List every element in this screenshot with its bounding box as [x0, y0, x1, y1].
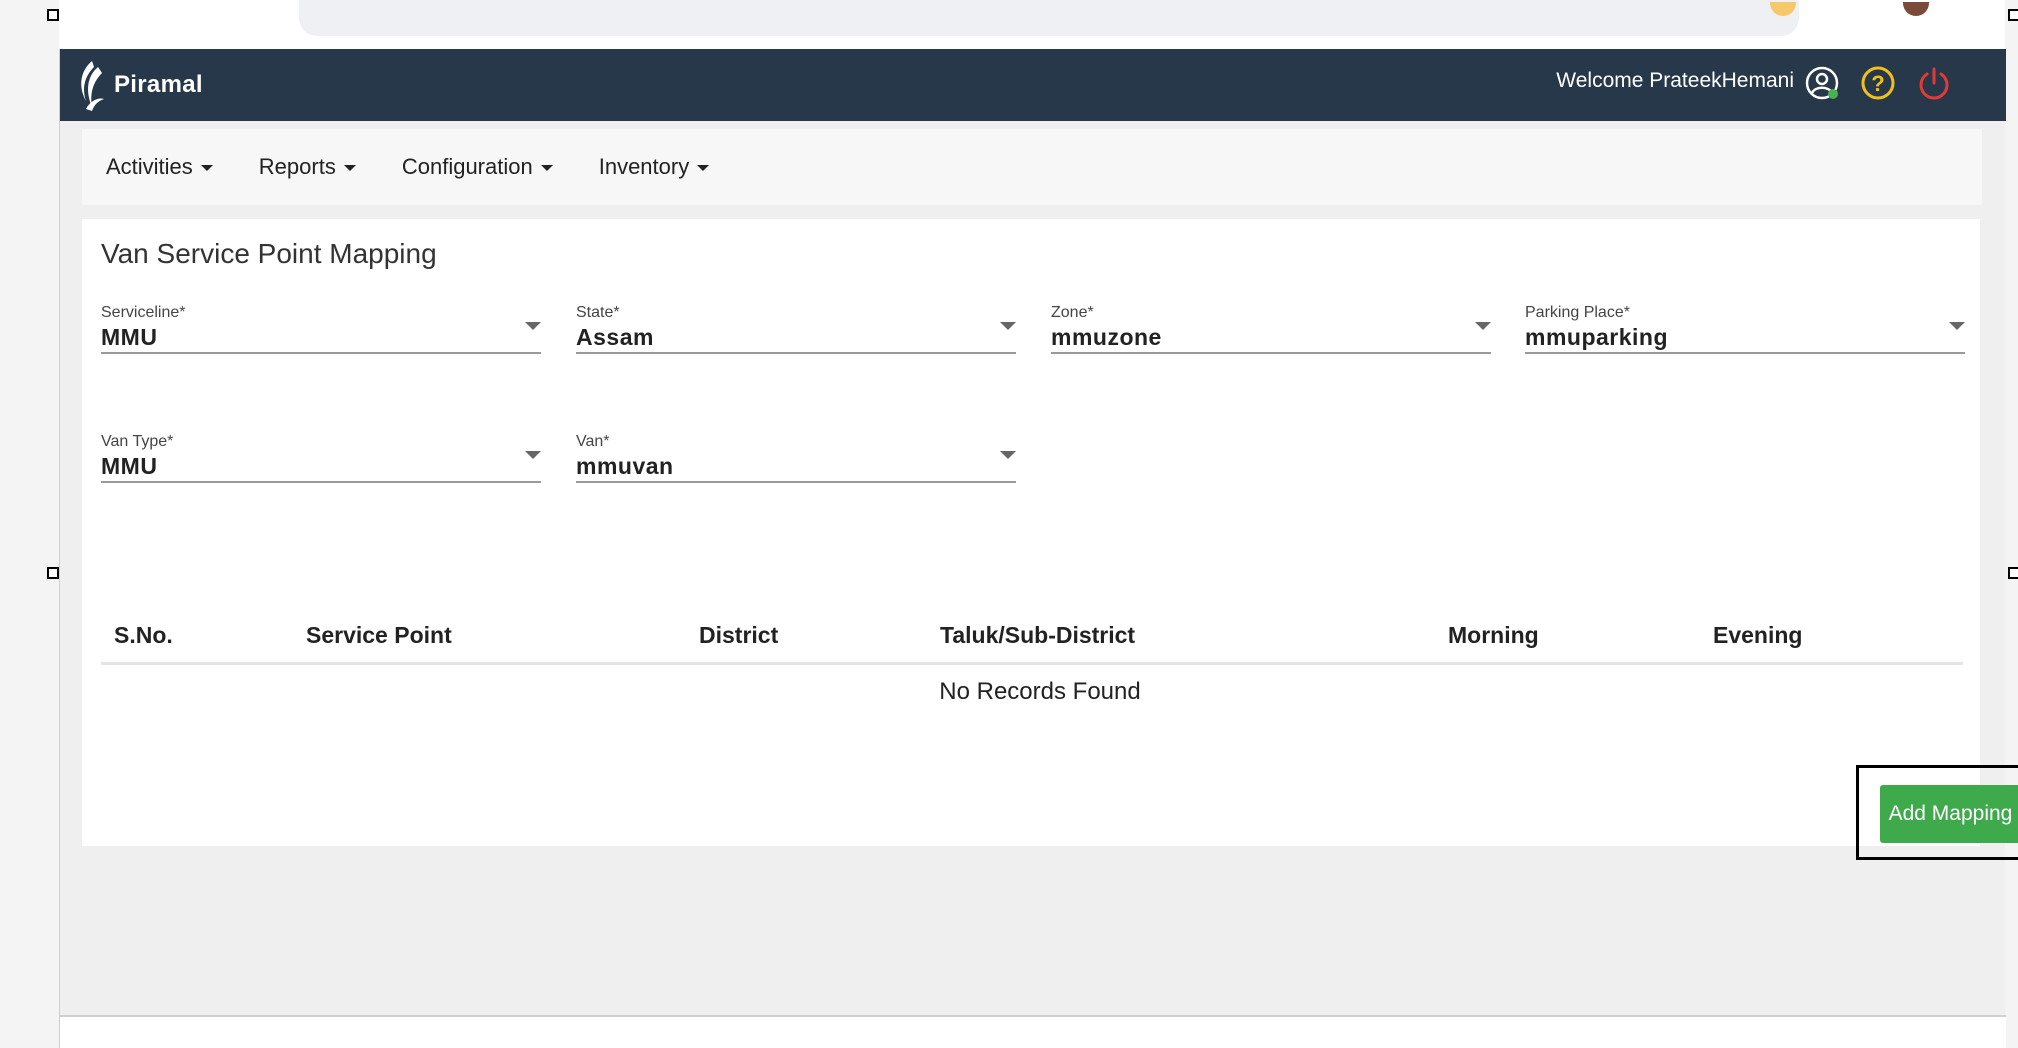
dropdown-arrow-icon[interactable] — [525, 322, 541, 330]
power-icon[interactable] — [1914, 63, 1954, 103]
menu-label: Reports — [258, 154, 336, 179]
app-window: Piramal Welcome PrateekHemani ? Activiti… — [59, 49, 2018, 1048]
field-label: Parking Place* — [1525, 304, 1630, 321]
menu-label: Configuration — [401, 154, 533, 179]
menu-inventory[interactable]: Inventory — [599, 154, 710, 180]
column-service-point[interactable]: Service Point — [306, 622, 452, 649]
field-label: State* — [576, 304, 620, 321]
column-evening[interactable]: Evening — [1713, 622, 1802, 649]
dropdown-arrow-icon[interactable] — [1000, 322, 1016, 330]
field-value: mmuzone — [1051, 324, 1162, 350]
field-label: Zone* — [1051, 304, 1094, 321]
mapping-card: Van Service Point Mapping Serviceline* M… — [82, 219, 1980, 846]
caret-down-icon — [697, 165, 710, 171]
column-morning[interactable]: Morning — [1448, 622, 1539, 649]
help-icon[interactable]: ? — [1858, 63, 1898, 103]
empty-table-message: No Records Found — [939, 678, 1141, 705]
browser-chrome — [59, 0, 2005, 49]
van-type-select[interactable]: Van Type* MMU — [101, 433, 541, 483]
state-select[interactable]: State* Assam — [576, 304, 1016, 354]
mapping-table-header: S.No. Service Point District Taluk/Sub-D… — [101, 607, 1963, 665]
top-header: Piramal Welcome PrateekHemani ? — [60, 49, 2006, 121]
menu-reports[interactable]: Reports — [259, 154, 356, 180]
dropdown-arrow-icon[interactable] — [1949, 322, 1965, 330]
zone-select[interactable]: Zone* mmuzone — [1051, 304, 1491, 354]
menu-configuration[interactable]: Configuration — [402, 154, 553, 180]
add-mapping-button[interactable]: Add Mapping — [1880, 785, 2018, 843]
svg-text:?: ? — [1871, 71, 1884, 96]
field-value: mmuvan — [576, 453, 674, 479]
field-value: MMU — [101, 453, 158, 479]
selection-handle-top-left — [47, 9, 59, 21]
brand-logo[interactable]: Piramal — [72, 57, 203, 113]
caret-down-icon — [540, 165, 553, 171]
selection-handle-top-right — [2008, 9, 2018, 21]
dropdown-arrow-icon[interactable] — [525, 451, 541, 459]
selection-handle-middle-left — [47, 567, 59, 579]
brand-name: Piramal — [114, 71, 203, 98]
field-value: mmuparking — [1525, 324, 1669, 350]
column-taluk[interactable]: Taluk/Sub-District — [940, 622, 1135, 649]
user-circle-icon[interactable] — [1802, 63, 1842, 103]
caret-down-icon — [343, 165, 356, 171]
column-sno[interactable]: S.No. — [114, 622, 173, 649]
menu-label: Activities — [106, 154, 193, 179]
piramal-logo-icon — [72, 57, 108, 113]
dropdown-arrow-icon[interactable] — [1000, 451, 1016, 459]
dropdown-arrow-icon[interactable] — [1475, 322, 1491, 330]
header-actions: ? — [1802, 63, 1954, 103]
selection-handle-middle-right — [2008, 567, 2018, 579]
serviceline-select[interactable]: Serviceline* MMU — [101, 304, 541, 354]
footer — [60, 1017, 2006, 1048]
menu-label: Inventory — [598, 154, 690, 179]
profile-avatar[interactable] — [1903, 2, 1929, 16]
field-value: Assam — [576, 324, 654, 350]
van-select[interactable]: Van* mmuvan — [576, 433, 1016, 483]
field-label: Serviceline* — [101, 304, 186, 321]
field-label: Van* — [576, 433, 610, 450]
menu-activities[interactable]: Activities — [106, 154, 213, 180]
browser-address-bar[interactable] — [299, 0, 1799, 36]
field-value: MMU — [101, 324, 158, 350]
welcome-text: Welcome PrateekHemani — [1556, 69, 1794, 92]
page-title: Van Service Point Mapping — [101, 238, 437, 269]
parking-place-select[interactable]: Parking Place* mmuparking — [1525, 304, 1965, 354]
main-menu: Activities Reports Configuration Invento… — [82, 129, 1982, 205]
caret-down-icon — [200, 165, 213, 171]
field-label: Van Type* — [101, 433, 174, 450]
column-district[interactable]: District — [699, 622, 778, 649]
